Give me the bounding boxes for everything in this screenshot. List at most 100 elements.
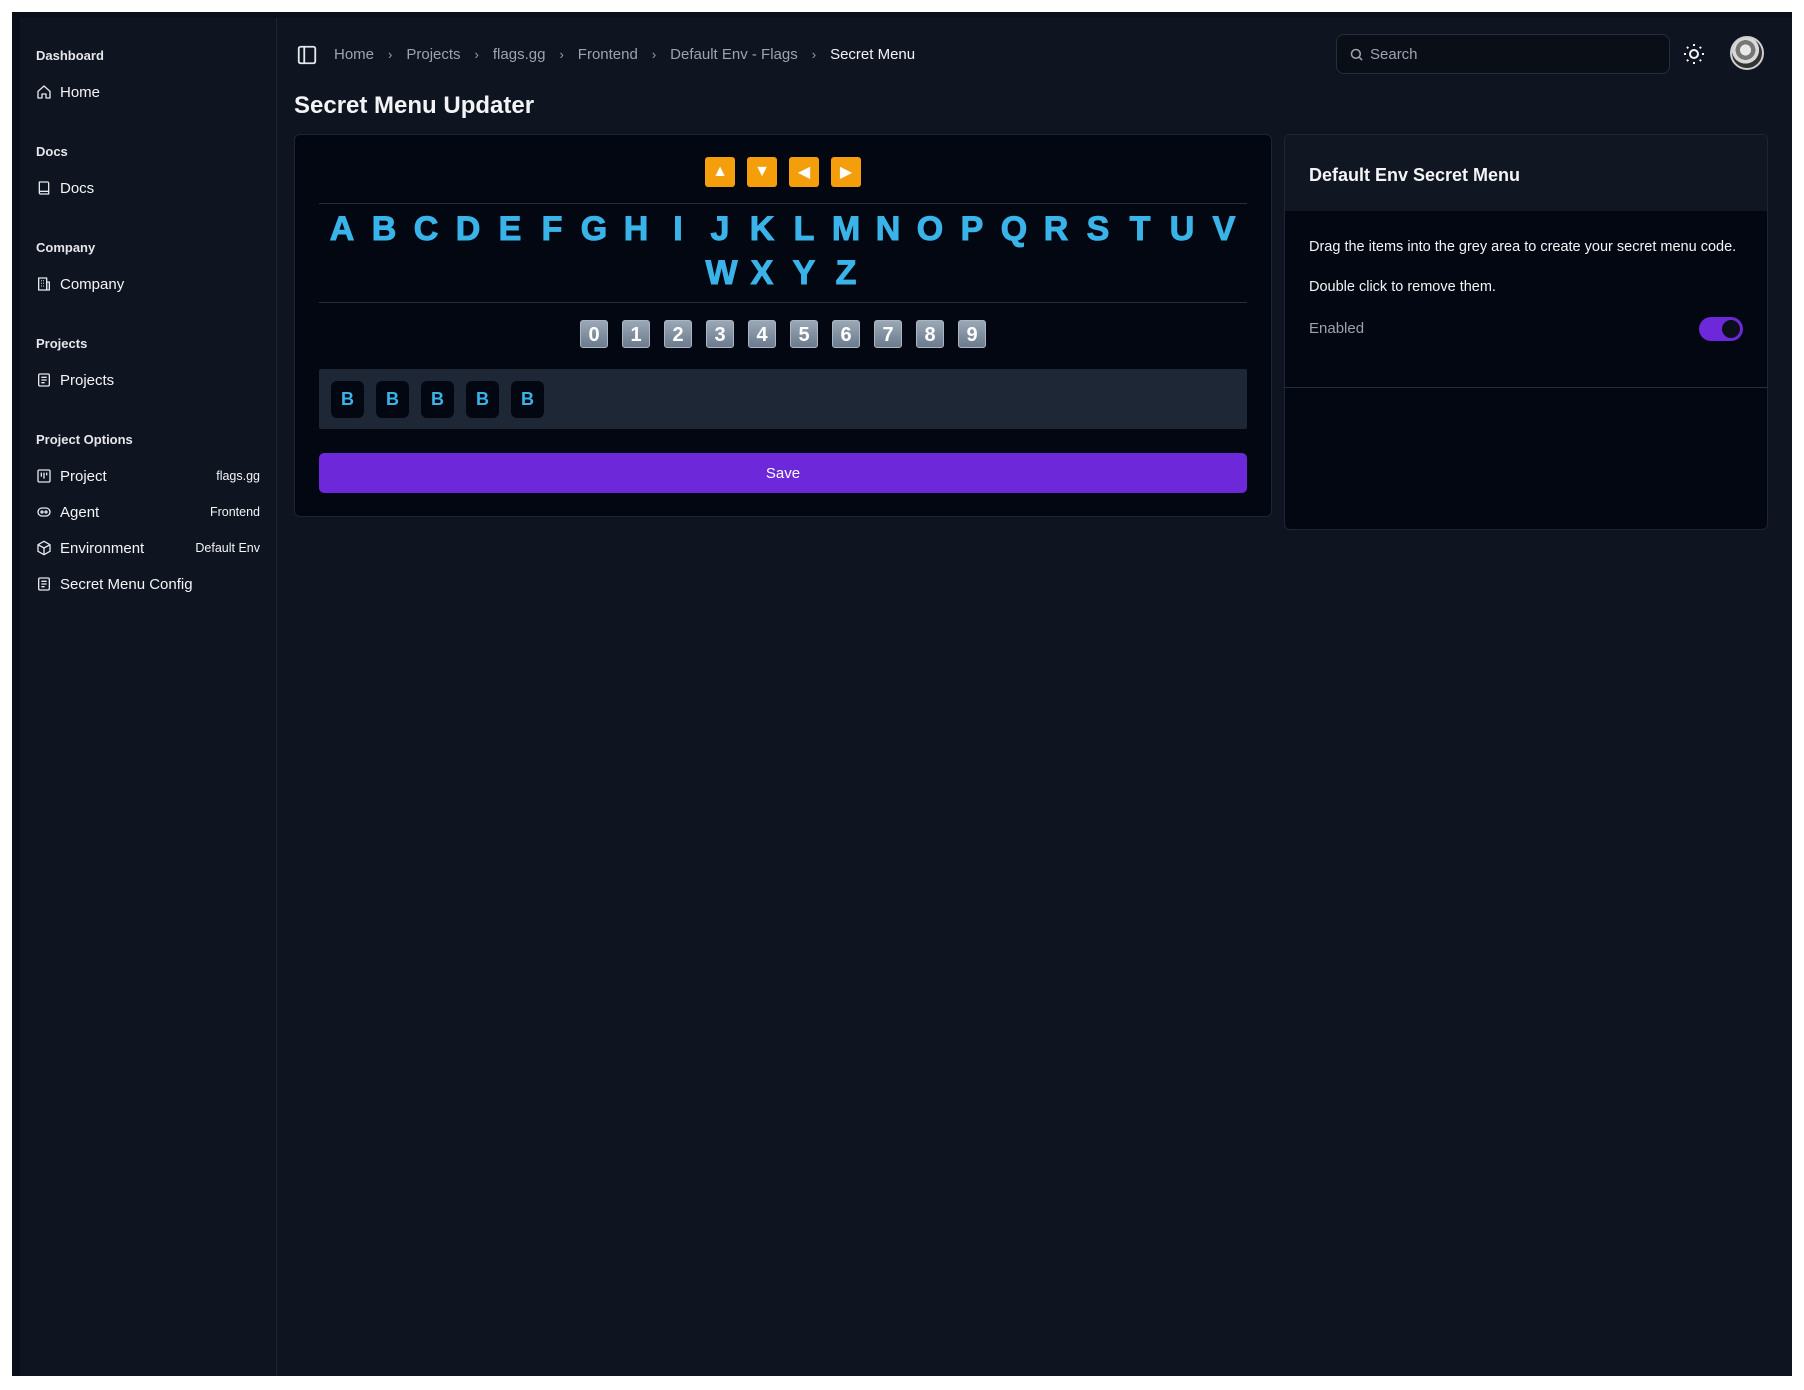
sidebar-item-label: Projects: [60, 371, 115, 389]
digit-tile[interactable]: 8: [916, 320, 944, 348]
sidebar-item-home[interactable]: Home: [36, 74, 260, 110]
letter-tile[interactable]: T: [1126, 211, 1155, 248]
letter-tile[interactable]: M: [831, 211, 860, 248]
letter-tile[interactable]: Z: [832, 255, 861, 292]
letter-tile[interactable]: L: [790, 211, 819, 248]
search-box[interactable]: [1336, 34, 1670, 74]
main: Home › Projects › flags.gg › Frontend › Default …: [278, 18, 1792, 1376]
secret-menu-editor: ▲ ▼ ◀ ▶ ABCDEFGHIJKLMNOPQRSTUVWXYZ 01234567…: [294, 134, 1272, 517]
enabled-label: Enabled: [1309, 320, 1365, 337]
sidebar-section: Project Options Project flags.gg Agent F…: [36, 432, 260, 602]
breadcrumb-item: Secret Menu: [830, 46, 916, 63]
building-icon: [36, 276, 52, 292]
digit-tile[interactable]: 2: [664, 320, 692, 348]
page-title: Secret Menu Updater: [294, 92, 535, 119]
sequence-chip[interactable]: B: [331, 380, 364, 418]
breadcrumb: Home › Projects › flags.gg › Frontend › Default …: [334, 46, 915, 63]
letter-tile[interactable]: R: [1042, 211, 1071, 248]
save-button[interactable]: Save: [319, 453, 1247, 493]
sequence-chip[interactable]: B: [466, 380, 499, 418]
arrow-tile[interactable]: ▶: [831, 157, 861, 187]
kanban-icon: [36, 468, 52, 484]
card-title: Default Env Secret Menu: [1285, 135, 1767, 211]
letter-tile[interactable]: H: [622, 211, 651, 248]
letter-tile[interactable]: O: [916, 211, 945, 248]
sidebar-item-projects[interactable]: Projects: [36, 362, 260, 398]
sidebar-section-label: Project Options: [36, 432, 133, 447]
breadcrumb-item[interactable]: Home: [334, 46, 374, 63]
sidebar-item-meta: Default Env: [195, 541, 260, 555]
arrow-tile[interactable]: ◀: [789, 157, 819, 187]
secret-menu-settings-card: Default Env Secret Menu Drag the items i…: [1284, 134, 1768, 530]
letter-tile[interactable]: W: [705, 255, 738, 292]
digit-tile[interactable]: 0: [580, 320, 608, 348]
letter-tile[interactable]: K: [748, 211, 777, 248]
digit-palette: 0123456789: [295, 320, 1271, 348]
sidebar-item-label: Project: [60, 467, 107, 485]
sidebar-item-environment[interactable]: Environment Default Env: [36, 530, 260, 566]
breadcrumb-item[interactable]: Projects: [406, 46, 460, 63]
letter-tile[interactable]: A: [328, 211, 357, 248]
enabled-toggle[interactable]: [1699, 317, 1743, 341]
app: Dashboard Home Docs Docs Company Company…: [20, 18, 1792, 1376]
avatar[interactable]: [1730, 36, 1764, 70]
arrow-tile[interactable]: ▼: [747, 157, 777, 187]
breadcrumb-item[interactable]: Frontend: [578, 46, 638, 63]
divider: [319, 203, 1247, 204]
letter-tile[interactable]: S: [1084, 211, 1113, 248]
letter-tile[interactable]: F: [538, 211, 567, 248]
sidebar-section: Projects Projects: [36, 336, 260, 398]
sidebar-section-label: Docs: [36, 144, 68, 159]
sidebar-item-docs[interactable]: Docs: [36, 170, 260, 206]
letter-tile[interactable]: B: [370, 211, 399, 248]
sidebar-item-company[interactable]: Company: [36, 266, 260, 302]
letter-tile[interactable]: V: [1210, 211, 1239, 248]
sidebar-item-project[interactable]: Project flags.gg: [36, 458, 260, 494]
digit-tile[interactable]: 5: [790, 320, 818, 348]
letter-tile[interactable]: P: [958, 211, 987, 248]
digit-tile[interactable]: 7: [874, 320, 902, 348]
sequence-chip[interactable]: B: [511, 380, 544, 418]
chevron-right-icon: ›: [474, 47, 479, 62]
sidebar-toggle-icon[interactable]: [296, 44, 318, 66]
sidebar-item-agent[interactable]: Agent Frontend: [36, 494, 260, 530]
breadcrumb-item[interactable]: Default Env - Flags: [670, 46, 798, 63]
digit-tile[interactable]: 4: [748, 320, 776, 348]
letter-tile[interactable]: I: [664, 211, 693, 248]
letter-tile[interactable]: E: [496, 211, 525, 248]
sequence-chip[interactable]: B: [376, 380, 409, 418]
letter-tile[interactable]: G: [580, 211, 609, 248]
list-icon: [36, 576, 52, 592]
sidebar-item-meta: flags.gg: [216, 469, 260, 483]
letter-tile[interactable]: Q: [1000, 211, 1029, 248]
sidebar-section: Docs Docs: [36, 144, 260, 206]
divider: [319, 302, 1247, 303]
sidebar-item-secret-menu-config[interactable]: Secret Menu Config: [36, 566, 260, 602]
breadcrumb-item[interactable]: flags.gg: [493, 46, 546, 63]
letter-tile[interactable]: N: [874, 211, 903, 248]
chevron-right-icon: ›: [811, 47, 817, 62]
letter-tile[interactable]: D: [454, 211, 483, 248]
digit-tile[interactable]: 9: [958, 320, 986, 348]
search-input[interactable]: [1370, 45, 1650, 63]
sidebar-section-label: Projects: [36, 336, 88, 351]
sun-icon[interactable]: [1682, 42, 1706, 66]
list-icon: [36, 372, 52, 388]
letter-tile[interactable]: U: [1168, 211, 1197, 248]
book-icon: [36, 180, 52, 196]
sidebar-item-label: Environment: [60, 539, 145, 557]
enabled-row: Enabled: [1309, 315, 1743, 343]
letter-tile[interactable]: Y: [790, 255, 819, 292]
digit-tile[interactable]: 3: [706, 320, 734, 348]
digit-tile[interactable]: 6: [832, 320, 860, 348]
arrow-tile[interactable]: ▲: [705, 157, 735, 187]
sidebar-item-label: Docs: [60, 179, 95, 197]
digit-tile[interactable]: 1: [622, 320, 650, 348]
letter-tile[interactable]: X: [748, 255, 777, 292]
letter-tile[interactable]: J: [706, 211, 735, 248]
sequence-chip[interactable]: B: [421, 380, 454, 418]
sidebar: Dashboard Home Docs Docs Company Company…: [20, 18, 277, 1376]
letter-tile[interactable]: C: [412, 211, 441, 248]
sidebar-item-label: Company: [60, 275, 125, 293]
code-dropzone[interactable]: BBBBB: [319, 369, 1247, 429]
